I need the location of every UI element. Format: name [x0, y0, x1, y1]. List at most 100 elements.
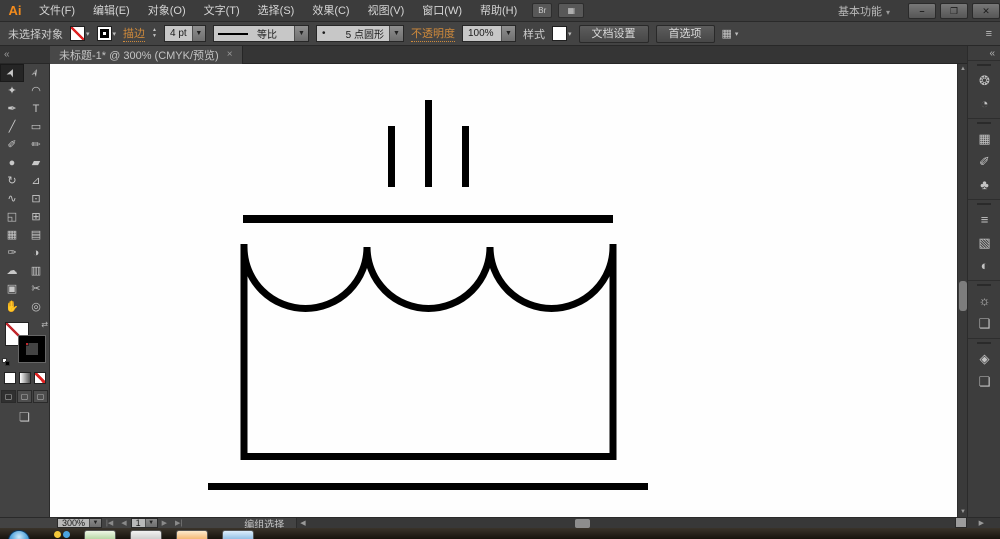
- opacity-caret[interactable]: ▼: [501, 26, 515, 41]
- lasso-tool[interactable]: ◠: [24, 82, 48, 100]
- draw-inside-button[interactable]: ▢: [33, 390, 48, 403]
- pen-tool[interactable]: ✒: [0, 100, 24, 118]
- gradient-button[interactable]: [19, 372, 31, 384]
- swap-fill-stroke-icon[interactable]: ⇄: [41, 320, 48, 329]
- scroll-left-icon[interactable]: ◀: [300, 518, 305, 529]
- zoom-tool[interactable]: ◎: [24, 298, 48, 316]
- stroke-swatch[interactable]: ▾: [97, 26, 117, 41]
- brushes-icon[interactable]: ✐: [968, 150, 1000, 173]
- layers-icon[interactable]: ◈: [968, 347, 1000, 370]
- type-tool[interactable]: T: [24, 100, 48, 118]
- graphic-styles-icon[interactable]: ❑: [968, 312, 1000, 335]
- messenger-icon[interactable]: [54, 531, 70, 538]
- taskbar-app-2[interactable]: [130, 530, 162, 539]
- taskbar-app-3[interactable]: [176, 530, 208, 539]
- free-transform-tool[interactable]: ⊡: [24, 190, 48, 208]
- preferences-button[interactable]: 首选项: [656, 25, 715, 43]
- zoom-level-field[interactable]: 300% ▼: [57, 518, 102, 528]
- gradient-tool[interactable]: ▤: [24, 226, 48, 244]
- tab-close-icon[interactable]: ×: [227, 49, 233, 60]
- control-bar-menu-icon[interactable]: ≡: [986, 28, 992, 40]
- dock-grip[interactable]: [977, 203, 991, 205]
- menu-select[interactable]: 选择(S): [249, 0, 304, 22]
- taskbar-app-4[interactable]: [222, 530, 254, 539]
- last-artboard-button[interactable]: ▶|: [171, 519, 186, 527]
- scroll-right-icon[interactable]: ▶: [979, 518, 984, 529]
- minimize-button[interactable]: –: [908, 3, 936, 19]
- rectangle-tool[interactable]: ▭: [24, 118, 48, 136]
- stroke-width-field[interactable]: 4 pt ▼: [164, 25, 206, 42]
- artboards-icon[interactable]: ❏: [968, 370, 1000, 393]
- transparency-icon[interactable]: ◐: [968, 254, 1000, 277]
- cake-scallops[interactable]: [244, 247, 613, 309]
- arrange-documents-icon[interactable]: ▦: [558, 3, 584, 18]
- color-panel-icon[interactable]: ❂: [968, 69, 1000, 92]
- prev-artboard-button[interactable]: ◀: [117, 519, 130, 527]
- menu-file[interactable]: 文件(F): [30, 0, 84, 22]
- draw-behind-button[interactable]: ▢: [17, 390, 32, 403]
- width-profile-dropdown[interactable]: 等比 ▼: [213, 25, 309, 42]
- document-tab[interactable]: 未标题-1* @ 300% (CMYK/预览) ×: [50, 46, 243, 64]
- artboard-tool[interactable]: ▣: [0, 280, 24, 298]
- dock-grip[interactable]: [977, 64, 991, 66]
- menu-view[interactable]: 视图(V): [359, 0, 414, 22]
- column-graph-tool[interactable]: ▥: [24, 262, 48, 280]
- direct-selection-tool[interactable]: ➢: [24, 64, 48, 82]
- brush-definition-dropdown[interactable]: • 5 点圆形 ▼: [316, 25, 404, 42]
- stroke-panel-link[interactable]: 描边: [123, 25, 145, 42]
- toolbar-collapse-icon[interactable]: «: [0, 49, 50, 60]
- none-button[interactable]: [34, 372, 46, 384]
- appearance-icon[interactable]: ☼: [968, 289, 1000, 312]
- stroke-width-stepper[interactable]: ▲ ▼: [152, 28, 157, 39]
- style-swatch[interactable]: ▾: [552, 26, 572, 41]
- artboard-nav-field[interactable]: 1 ▼: [131, 518, 158, 528]
- color-guide-icon[interactable]: ◔: [968, 92, 1000, 115]
- menu-help[interactable]: 帮助(H): [471, 0, 526, 22]
- menu-object[interactable]: 对象(O): [139, 0, 195, 22]
- selection-tool[interactable]: ➤: [0, 64, 24, 82]
- taskbar-app-1[interactable]: [84, 530, 116, 539]
- gradient-icon[interactable]: ▧: [968, 231, 1000, 254]
- default-fill-stroke-icon[interactable]: [2, 358, 11, 366]
- menu-effect[interactable]: 效果(C): [303, 0, 358, 22]
- blob-brush-tool[interactable]: ●: [0, 154, 24, 172]
- color-button[interactable]: [4, 372, 16, 384]
- artboard-dropdown-icon[interactable]: ▼: [145, 519, 157, 527]
- screen-mode-button[interactable]: ❏: [0, 410, 49, 424]
- dock-expand-icon[interactable]: «: [968, 46, 1000, 60]
- blend-tool[interactable]: ◑: [24, 244, 48, 262]
- pencil-tool[interactable]: ✏: [24, 136, 48, 154]
- opacity-panel-link[interactable]: 不透明度: [411, 25, 455, 42]
- magic-wand-tool[interactable]: ✦: [0, 82, 24, 100]
- stroke-width-dropdown[interactable]: ▼: [192, 26, 205, 41]
- width-tool[interactable]: ∿: [0, 190, 24, 208]
- stroke-icon[interactable]: ≡: [968, 208, 1000, 231]
- dock-grip[interactable]: [977, 284, 991, 286]
- document-setup-button[interactable]: 文档设置: [579, 25, 649, 43]
- menu-edit[interactable]: 编辑(E): [84, 0, 139, 22]
- perspective-grid-tool[interactable]: ⊞: [24, 208, 48, 226]
- workspace-switcher[interactable]: 基本功能▾: [838, 3, 890, 19]
- fill-swatch[interactable]: ▾: [70, 26, 90, 41]
- mesh-tool[interactable]: ▦: [0, 226, 24, 244]
- cake-artwork[interactable]: [50, 64, 957, 517]
- width-profile-caret[interactable]: ▼: [294, 26, 308, 41]
- zoom-dropdown-icon[interactable]: ▼: [89, 519, 101, 527]
- symbols-icon[interactable]: ♣: [968, 173, 1000, 196]
- vertical-scroll-thumb[interactable]: [959, 281, 967, 311]
- panel-options-button[interactable]: ▦ ▾: [722, 27, 739, 40]
- hand-tool[interactable]: ✋: [0, 298, 24, 316]
- eraser-tool[interactable]: ▰: [24, 154, 48, 172]
- dock-grip[interactable]: [977, 342, 991, 344]
- first-artboard-button[interactable]: |◀: [102, 519, 117, 527]
- restore-button[interactable]: ❐: [940, 3, 968, 19]
- next-artboard-button[interactable]: ▶: [158, 519, 171, 527]
- vertical-scrollbar[interactable]: ▲ ▼: [957, 64, 967, 517]
- horizontal-scrollbar[interactable]: ◀ ▶: [296, 518, 1000, 529]
- start-button[interactable]: [8, 530, 30, 539]
- scale-tool[interactable]: ⊿: [24, 172, 48, 190]
- brush-definition-caret[interactable]: ▼: [389, 26, 403, 41]
- opacity-field[interactable]: 100% ▼: [462, 25, 516, 42]
- dock-grip[interactable]: [977, 122, 991, 124]
- horizontal-scroll-thumb[interactable]: [575, 519, 590, 528]
